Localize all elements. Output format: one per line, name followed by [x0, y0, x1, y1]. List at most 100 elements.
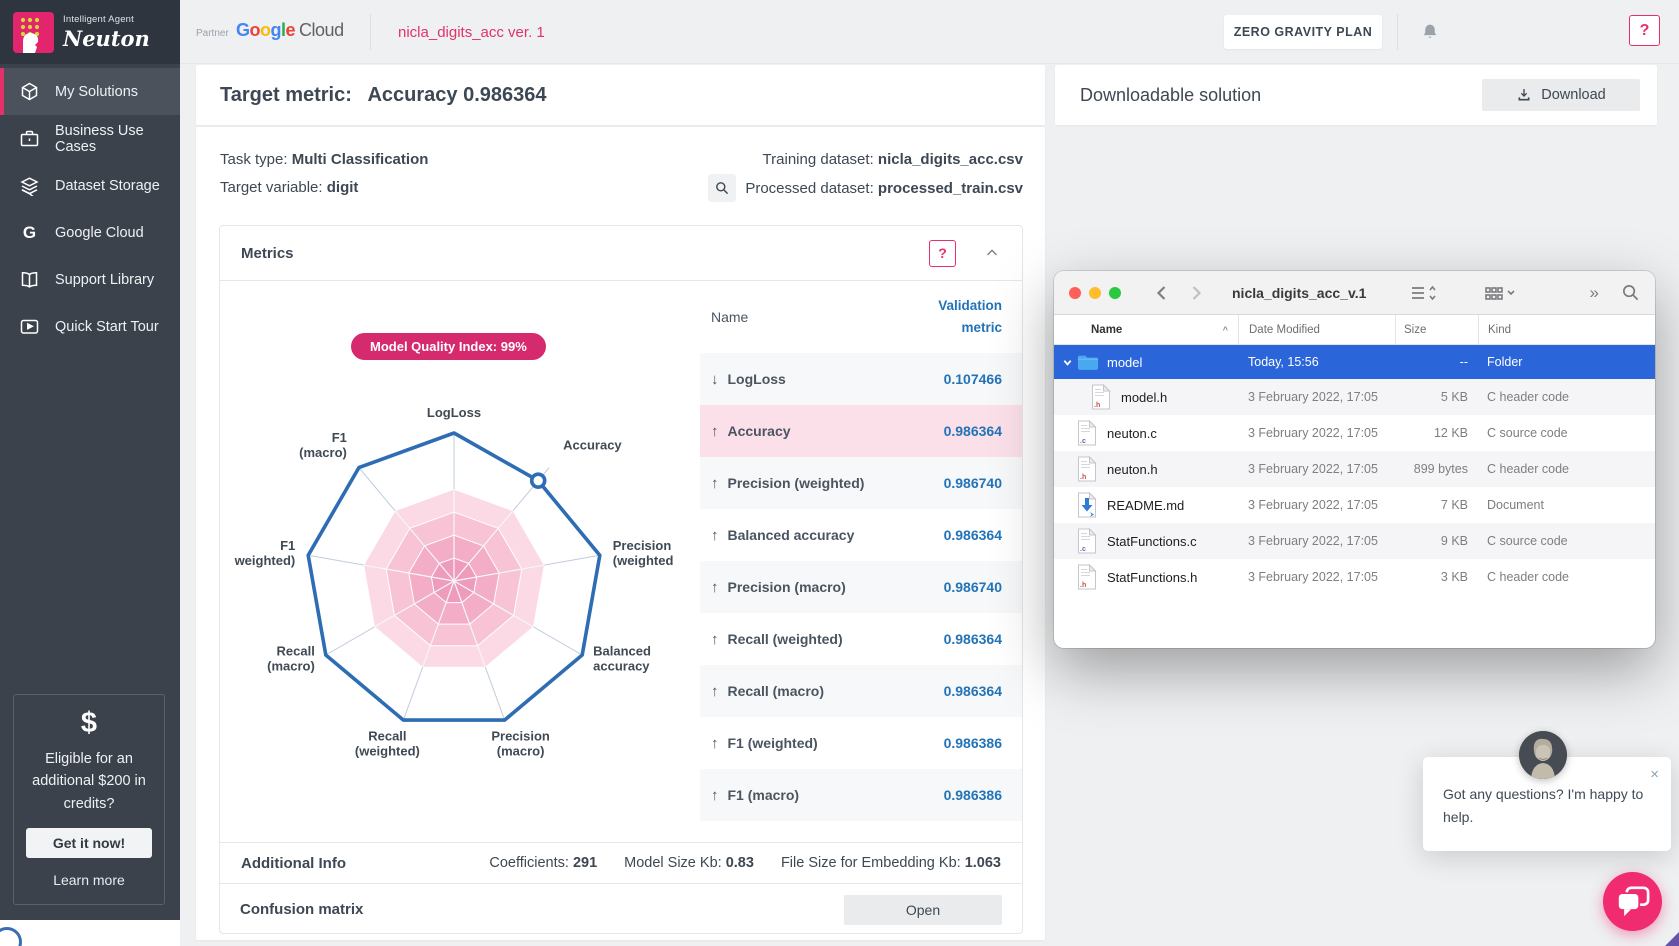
chevron-up-icon[interactable] [983, 244, 1001, 262]
radar-axis-label: Balancedaccuracy [593, 644, 651, 674]
sidebar-item-google-cloud[interactable]: G Google Cloud [0, 209, 180, 256]
sidebar-item-dataset-storage[interactable]: Dataset Storage [0, 162, 180, 209]
metric-value: 0.986386 [944, 787, 1002, 803]
svg-text:.h: .h [1080, 474, 1086, 481]
finder-window[interactable]: nicla_digits_acc_v.1 » Name ^ Date Modif… [1054, 271, 1655, 648]
confusion-matrix-row: Confusion matrix Open [220, 883, 1022, 935]
file-kind: C source code [1478, 426, 1655, 440]
finder-row-neuton-c[interactable]: .cneuton.c3 February 2022, 17:0512 KBC s… [1054, 415, 1655, 451]
svg-text:.h: .h [1080, 582, 1086, 589]
file-name-cell: README.md [1054, 492, 1238, 519]
file-size: 12 KB [1395, 426, 1478, 440]
validation-metric-column-header: Validation metric [914, 295, 1002, 338]
finder-titlebar[interactable]: nicla_digits_acc_v.1 » [1054, 271, 1655, 315]
target-metric-value: Accuracy 0.986364 [367, 84, 546, 106]
finder-row-model-h[interactable]: .hmodel.h3 February 2022, 17:055 KBC hea… [1054, 379, 1655, 415]
file-name: neuton.h [1107, 462, 1158, 477]
zoom-window-button[interactable] [1109, 287, 1121, 299]
sidebar-item-quick-start-tour[interactable]: Quick Start Tour [0, 303, 180, 350]
metric-row-logloss: ↓LogLoss0.107466 [700, 353, 1022, 405]
metric-name: Recall (macro) [728, 683, 824, 699]
bell-icon[interactable] [1419, 21, 1441, 43]
expander-chevron-icon[interactable] [1062, 357, 1077, 368]
radar-marker [532, 474, 545, 487]
metrics-table-header: Name Validation metric [700, 281, 1022, 353]
sidebar-item-label: Dataset Storage [55, 178, 160, 194]
plan-button[interactable]: ZERO GRAVITY PLAN [1224, 15, 1382, 49]
radar-chart: LogLossAccuracyPrecision(weightedBalance… [224, 289, 694, 834]
svg-text:G: G [23, 223, 36, 242]
arrow-up-icon: ↑ [711, 423, 719, 440]
chat-message: Got any questions? I'm happy to help. [1443, 783, 1653, 829]
finder-row-readme-md[interactable]: README.md3 February 2022, 17:057 KBDocum… [1054, 487, 1655, 523]
column-header-name[interactable]: Name ^ [1054, 315, 1238, 344]
sidebar-item-label: My Solutions [55, 84, 138, 100]
back-chevron-icon[interactable] [1152, 283, 1172, 303]
credits-box: $ Eligible for an additional $200 in cre… [13, 694, 165, 905]
radar-axis-label: LogLoss [427, 405, 481, 420]
more-chevrons-icon[interactable]: » [1590, 283, 1599, 303]
newton-statue-avatar[interactable] [1519, 731, 1567, 779]
arrow-up-icon: ↑ [711, 475, 719, 492]
radar-axis-label: F1(macro) [299, 430, 347, 460]
minimize-window-button[interactable] [1089, 287, 1101, 299]
finder-row-statfunctions-c[interactable]: .cStatFunctions.c3 February 2022, 17:059… [1054, 523, 1655, 559]
finder-row-statfunctions-h[interactable]: .hStatFunctions.h3 February 2022, 17:053… [1054, 559, 1655, 595]
metric-name: Accuracy [728, 423, 791, 439]
c-header-file-icon: .h [1077, 456, 1099, 483]
column-header-kind[interactable]: Kind [1478, 315, 1655, 344]
sidebar-item-support-library[interactable]: Support Library [0, 256, 180, 303]
open-button[interactable]: Open [844, 895, 1002, 925]
sidebar: Intelligent Agent Neuton My SolutionsBus… [0, 0, 180, 920]
metrics-panel-header: Metrics ? [220, 226, 1022, 281]
metrics-title: Metrics [241, 245, 294, 262]
book-icon [19, 269, 40, 290]
chat-launcher-button[interactable] [1603, 872, 1662, 931]
list-view-icon[interactable] [1410, 283, 1436, 303]
help-button[interactable]: ? [1629, 15, 1660, 46]
finder-row-neuton-h[interactable]: .h neuton.h 3 February 2022, 17:05899 byte… [1054, 451, 1655, 487]
file-size: 5 KB [1395, 390, 1478, 404]
additional-info-item: Model Size Kb: 0.83 [624, 855, 754, 871]
readme-file-icon [1077, 492, 1099, 519]
sidebar-item-label: Google Cloud [55, 225, 144, 241]
downloadable-solution-title: Downloadable solution [1080, 85, 1261, 106]
metrics-help-button[interactable]: ? [929, 240, 956, 267]
sidebar-item-my-solutions[interactable]: My Solutions [0, 68, 180, 115]
magnifier-icon[interactable] [708, 174, 736, 202]
project-title: nicla_digits_acc ver. 1 [398, 24, 545, 41]
file-kind: C header code [1478, 570, 1655, 584]
grid-view-icon[interactable] [1484, 283, 1516, 303]
task-type-value: Multi Classification [292, 151, 429, 168]
search-icon[interactable] [1621, 283, 1640, 302]
file-name-cell: .h neuton.h [1054, 456, 1238, 483]
partner-label: Partner [196, 28, 229, 39]
file-size: -- [1395, 355, 1478, 369]
column-header-date-modified[interactable]: Date Modified [1238, 315, 1395, 344]
neuton-logo-icon [13, 12, 54, 53]
metrics-panel: Metrics ? Model Quality Index: 99% LogLo… [219, 225, 1023, 934]
metric-row-f1-macro-: ↑F1 (macro)0.986386 [700, 769, 1022, 821]
get-it-now-button[interactable]: Get it now! [26, 828, 152, 858]
target-metric-label: Target metric: [220, 84, 352, 106]
metric-value: 0.986740 [944, 475, 1002, 491]
learn-more-link[interactable]: Learn more [14, 872, 164, 888]
metric-row-recall-macro-: ↑Recall (macro)0.986364 [700, 665, 1022, 717]
arrow-up-icon: ↑ [711, 579, 719, 596]
finder-row-model[interactable]: modelToday, 15:56--Folder [1054, 345, 1655, 379]
file-name-cell: .hStatFunctions.h [1054, 564, 1238, 591]
metrics-table: Name Validation metric ↓LogLoss0.107466 ↑… [700, 281, 1022, 821]
c-source-file-icon: .c [1077, 528, 1099, 555]
radar-axis-label: F1weighted) [234, 538, 296, 568]
download-button[interactable]: Download [1482, 79, 1640, 111]
sidebar-item-business-use-cases[interactable]: Business Use Cases [0, 115, 180, 162]
forward-chevron-icon[interactable] [1186, 283, 1206, 303]
close-window-button[interactable] [1069, 287, 1081, 299]
svg-text:.h: .h [1094, 402, 1100, 409]
column-header-size[interactable]: Size [1395, 315, 1478, 344]
confusion-matrix-title: Confusion matrix [240, 901, 363, 918]
file-date-modified: 3 February 2022, 17:05 [1238, 462, 1395, 476]
file-size: 899 bytes [1395, 462, 1478, 476]
close-icon[interactable]: × [1650, 767, 1659, 782]
file-date-modified: 3 February 2022, 17:05 [1238, 426, 1395, 440]
